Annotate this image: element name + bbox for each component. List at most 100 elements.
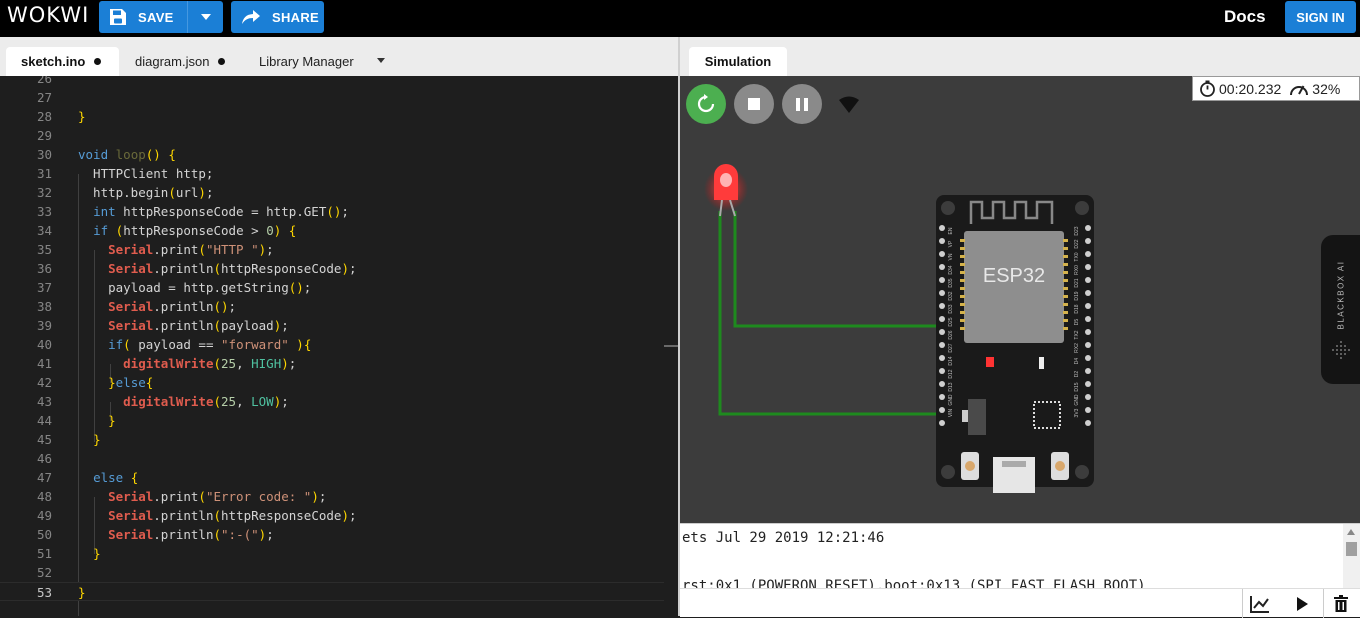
code-line[interactable]: 43 digitalWrite(25, LOW); — [0, 392, 664, 411]
code-line[interactable]: 44 } — [0, 411, 664, 430]
chevron-down-icon — [200, 14, 211, 20]
code-line[interactable]: 42 }else{ — [0, 373, 664, 392]
line-number: 53 — [36, 585, 52, 600]
pin-label: 3V3 — [1074, 408, 1080, 417]
code-line[interactable]: 33 int httpResponseCode = http.GET(); — [0, 202, 664, 221]
tab-simulation[interactable]: Simulation — [689, 47, 787, 76]
trash-icon — [1333, 594, 1348, 612]
clear-button[interactable] — [1323, 589, 1357, 618]
code-text: } — [78, 585, 86, 600]
plotter-button[interactable] — [1242, 589, 1276, 618]
wire[interactable] — [718, 211, 942, 416]
code-line[interactable]: 41 digitalWrite(25, HIGH); — [0, 354, 664, 373]
code-text: Serial.print("HTTP "); — [108, 242, 274, 257]
code-line[interactable]: 36 Serial.println(httpResponseCode); — [0, 259, 664, 278]
tab-label: Library Manager — [259, 54, 354, 69]
pin-label: RX0 — [1074, 265, 1080, 275]
line-number: 27 — [36, 90, 52, 105]
code-line[interactable]: 37 payload = http.getString(); — [0, 278, 664, 297]
tab-diagram-json[interactable]: diagram.json — [135, 47, 226, 76]
save-dropdown-button[interactable] — [187, 1, 223, 33]
pin-label: D33 — [948, 304, 954, 313]
code-line[interactable]: 30 void loop() { — [0, 145, 664, 164]
code-text: }else{ — [108, 375, 154, 390]
board-label: ESP32 — [983, 265, 1045, 287]
line-number: 52 — [36, 565, 52, 580]
code-text: void loop() { — [78, 147, 176, 162]
simulation-canvas[interactable]: 00:20.232 32% ESP32 EN VP VN D34 D35 D32… — [680, 76, 1360, 523]
pin-label: D2 — [1074, 371, 1080, 378]
serial-scrollbar[interactable] — [1343, 524, 1360, 588]
code-line[interactable]: 53} — [0, 582, 664, 601]
line-number: 26 — [36, 76, 52, 86]
pin-label: D35 — [948, 278, 954, 287]
pin-label: VP — [948, 240, 954, 247]
pin-label: RX2 — [1074, 343, 1080, 353]
blackbox-label: BLACKBOX AI — [1336, 260, 1346, 330]
save-button[interactable]: SAVE — [99, 1, 187, 33]
wokwi-logo[interactable]: WOKWI — [7, 3, 89, 27]
share-arrow-icon — [242, 10, 260, 24]
pin-label: D14 — [948, 356, 954, 365]
tab-sketch-ino[interactable]: sketch.ino — [6, 47, 119, 76]
code-text: Serial.println(httpResponseCode); — [108, 508, 357, 523]
esp32-board[interactable]: ESP32 EN VP VN D34 D35 D32 D33 D25 D26 D27 D14 D12 D… — [936, 195, 1094, 493]
code-line[interactable]: 47 else { — [0, 468, 664, 487]
code-line[interactable]: 49 Serial.println(httpResponseCode); — [0, 506, 664, 525]
pin-label: D34 — [948, 265, 954, 274]
line-number: 51 — [36, 546, 52, 561]
pin-label: D22 — [1074, 239, 1080, 248]
scroll-thumb[interactable] — [1346, 542, 1357, 556]
line-number: 40 — [36, 337, 52, 352]
tab-library-manager[interactable]: Library Manager — [259, 47, 354, 76]
code-text: Serial.println(":-("); — [108, 527, 274, 542]
code-line[interactable]: 31 HTTPClient http; — [0, 164, 664, 183]
line-number: 46 — [36, 451, 52, 466]
code-line[interactable]: 51 } — [0, 544, 664, 563]
line-number: 32 — [36, 185, 52, 200]
serial-line: ets Jul 29 2019 12:21:46 — [682, 530, 885, 546]
code-line[interactable]: 35 Serial.print("HTTP "); — [0, 240, 664, 259]
docs-link[interactable]: Docs — [1224, 7, 1266, 27]
code-text: } — [93, 546, 101, 561]
code-line[interactable]: 39 Serial.println(payload); — [0, 316, 664, 335]
sign-in-button[interactable]: SIGN IN — [1285, 1, 1356, 33]
line-number: 29 — [36, 128, 52, 143]
blackbox-ai-panel[interactable]: BLACKBOX AI — [1321, 235, 1360, 384]
code-editor[interactable]: 26 27 28} 29 30 void loop() {31 HTTPClient ht… — [0, 76, 679, 616]
line-number: 33 — [36, 204, 52, 219]
scroll-up-icon[interactable] — [1347, 529, 1355, 535]
scrollbar-marker — [664, 345, 679, 347]
pin-label: TX2 — [1074, 330, 1080, 339]
editor-tabs: sketch.ino diagram.json Library Manager — [0, 37, 679, 76]
line-number: 39 — [36, 318, 52, 333]
code-line[interactable]: 48 Serial.print("Error code: "); — [0, 487, 664, 506]
code-line[interactable]: 52 — [0, 563, 664, 582]
line-number: 35 — [36, 242, 52, 257]
pin-label: D32 — [948, 291, 954, 300]
code-line[interactable]: 45 } — [0, 430, 664, 449]
serial-monitor[interactable]: ets Jul 29 2019 12:21:46 rst:0x1 (POWERO… — [680, 523, 1360, 618]
code-text: Serial.print("Error code: "); — [108, 489, 327, 504]
pin-label: D21 — [1074, 278, 1080, 287]
line-number: 49 — [36, 508, 52, 523]
code-line[interactable]: 38 Serial.println(); — [0, 297, 664, 316]
code-line[interactable]: 46 — [0, 449, 664, 468]
code-line[interactable]: 26 — [0, 76, 664, 88]
wire[interactable] — [733, 211, 942, 328]
code-line[interactable]: 32 http.begin(url); — [0, 183, 664, 202]
tabs-menu-chevron-icon[interactable] — [377, 58, 385, 63]
code-text: } — [78, 109, 86, 124]
code-line[interactable]: 29 — [0, 126, 664, 145]
run-button[interactable] — [1285, 589, 1319, 618]
code-line[interactable]: 28} — [0, 107, 664, 126]
code-line[interactable]: 27 — [0, 88, 664, 107]
pin-label: VN — [948, 253, 954, 260]
led-component[interactable] — [704, 164, 748, 217]
code-line[interactable]: 50 Serial.println(":-("); — [0, 525, 664, 544]
code-line[interactable]: 34 if (httpResponseCode > 0) { — [0, 221, 664, 240]
share-button[interactable]: SHARE — [231, 1, 324, 33]
code-text: HTTPClient http; — [78, 166, 214, 181]
code-line[interactable]: 40 if( payload == "forward" ){ — [0, 335, 664, 354]
pin-label: VIN — [948, 408, 954, 417]
